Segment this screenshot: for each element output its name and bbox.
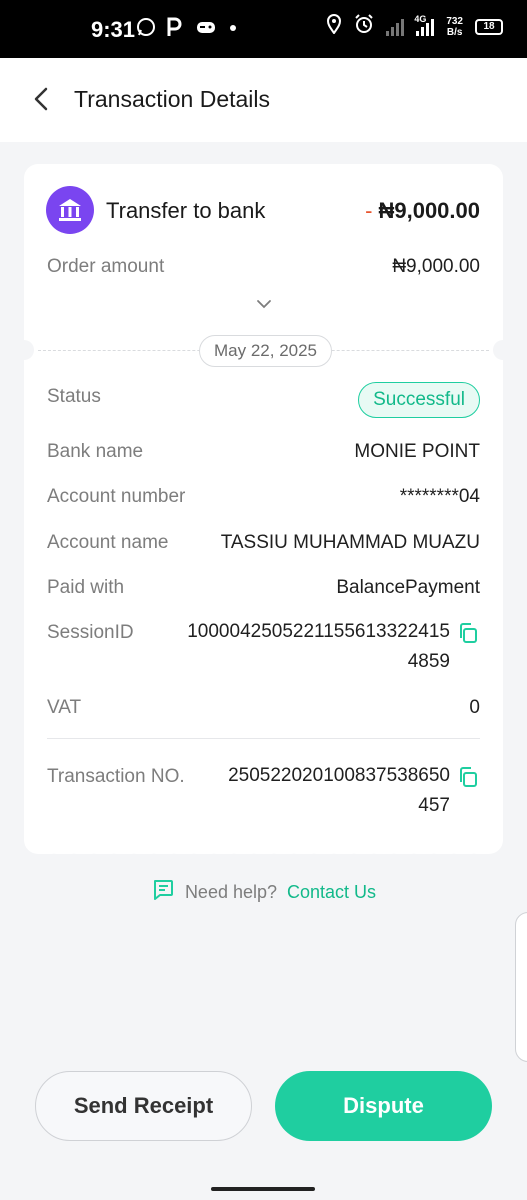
transaction-no-value: 250522020100837538650 457 xyxy=(228,765,450,816)
battery-icon: 18 xyxy=(475,18,503,35)
status-right-group: 4G 732 B/s 18 xyxy=(326,14,503,39)
status-time: 9:31 xyxy=(91,17,136,42)
bank-icon xyxy=(46,186,94,234)
transaction-title: Transfer to bank xyxy=(106,198,266,223)
chevron-down-icon xyxy=(257,300,271,309)
signal-4g-group: 4G xyxy=(414,14,435,36)
p-app-icon xyxy=(166,17,182,43)
copy-session-id-button[interactable] xyxy=(457,622,479,644)
transaction-no-label: Transaction NO. xyxy=(47,766,185,787)
paid-with-label: Paid with xyxy=(47,577,125,598)
app-header: Transaction Details xyxy=(0,58,527,142)
vat-label: VAT xyxy=(47,697,82,718)
account-name-label: Account name xyxy=(47,532,169,553)
side-panel-handle[interactable] xyxy=(515,912,527,1062)
back-button[interactable] xyxy=(26,84,56,114)
card-notch-left xyxy=(14,340,34,360)
status-badge: Successful xyxy=(358,382,480,418)
copy-icon xyxy=(460,623,477,643)
page-title: Transaction Details xyxy=(74,86,271,112)
amount-sign: - xyxy=(365,198,373,223)
dot-icon xyxy=(229,17,237,43)
help-row: Need help? Contact Us xyxy=(0,878,527,907)
alarm-icon xyxy=(354,14,374,39)
home-indicator[interactable] xyxy=(211,1187,315,1191)
chat-icon xyxy=(151,878,175,907)
send-receipt-button[interactable]: Send Receipt xyxy=(35,1071,252,1141)
transaction-date: May 22, 2025 xyxy=(199,335,333,367)
copy-icon xyxy=(460,767,477,787)
amount-value: ₦9,000.00 xyxy=(378,198,480,223)
network-speed: 732 B/s xyxy=(446,15,463,38)
session-id-value: 1000042505221155613322415 4859 xyxy=(187,621,450,672)
order-amount-label: Order amount xyxy=(47,256,165,277)
transaction-amount: - ₦9,000.00 xyxy=(365,198,480,224)
account-name-value: TASSIU MUHAMMAD MUAZU xyxy=(220,532,480,553)
vat-value: 0 xyxy=(469,697,480,718)
game-controller-icon xyxy=(195,17,217,43)
card-notch-right xyxy=(493,340,513,360)
location-icon xyxy=(326,14,342,39)
copy-transaction-no-button[interactable] xyxy=(457,766,479,788)
help-prefix: Need help? xyxy=(184,882,278,902)
order-amount-value: ₦9,000.00 xyxy=(392,256,480,277)
signal-weak-icon xyxy=(386,18,405,36)
bank-name-label: Bank name xyxy=(47,441,144,462)
account-number-value: ********04 xyxy=(399,486,480,507)
chevron-left-icon xyxy=(34,87,48,111)
whatsapp-icon xyxy=(136,17,156,43)
expand-button[interactable] xyxy=(254,296,274,312)
dispute-button[interactable]: Dispute xyxy=(275,1071,492,1141)
status-bar: 9:31 4G 732 B/s 18 xyxy=(0,0,527,58)
status-label: Status xyxy=(47,386,101,407)
network-type: 4G xyxy=(414,13,427,24)
transaction-card: Transfer to bank - ₦9,000.00 Order amount… xyxy=(14,164,513,862)
card-scalloped-edge xyxy=(24,846,503,862)
session-id-label: SessionID xyxy=(47,622,134,643)
bank-name-value: MONIE POINT xyxy=(354,441,480,462)
row-divider xyxy=(47,738,480,739)
account-number-label: Account number xyxy=(47,486,186,507)
contact-us-link[interactable]: Contact Us xyxy=(287,882,376,903)
paid-with-value: BalancePayment xyxy=(336,577,480,598)
